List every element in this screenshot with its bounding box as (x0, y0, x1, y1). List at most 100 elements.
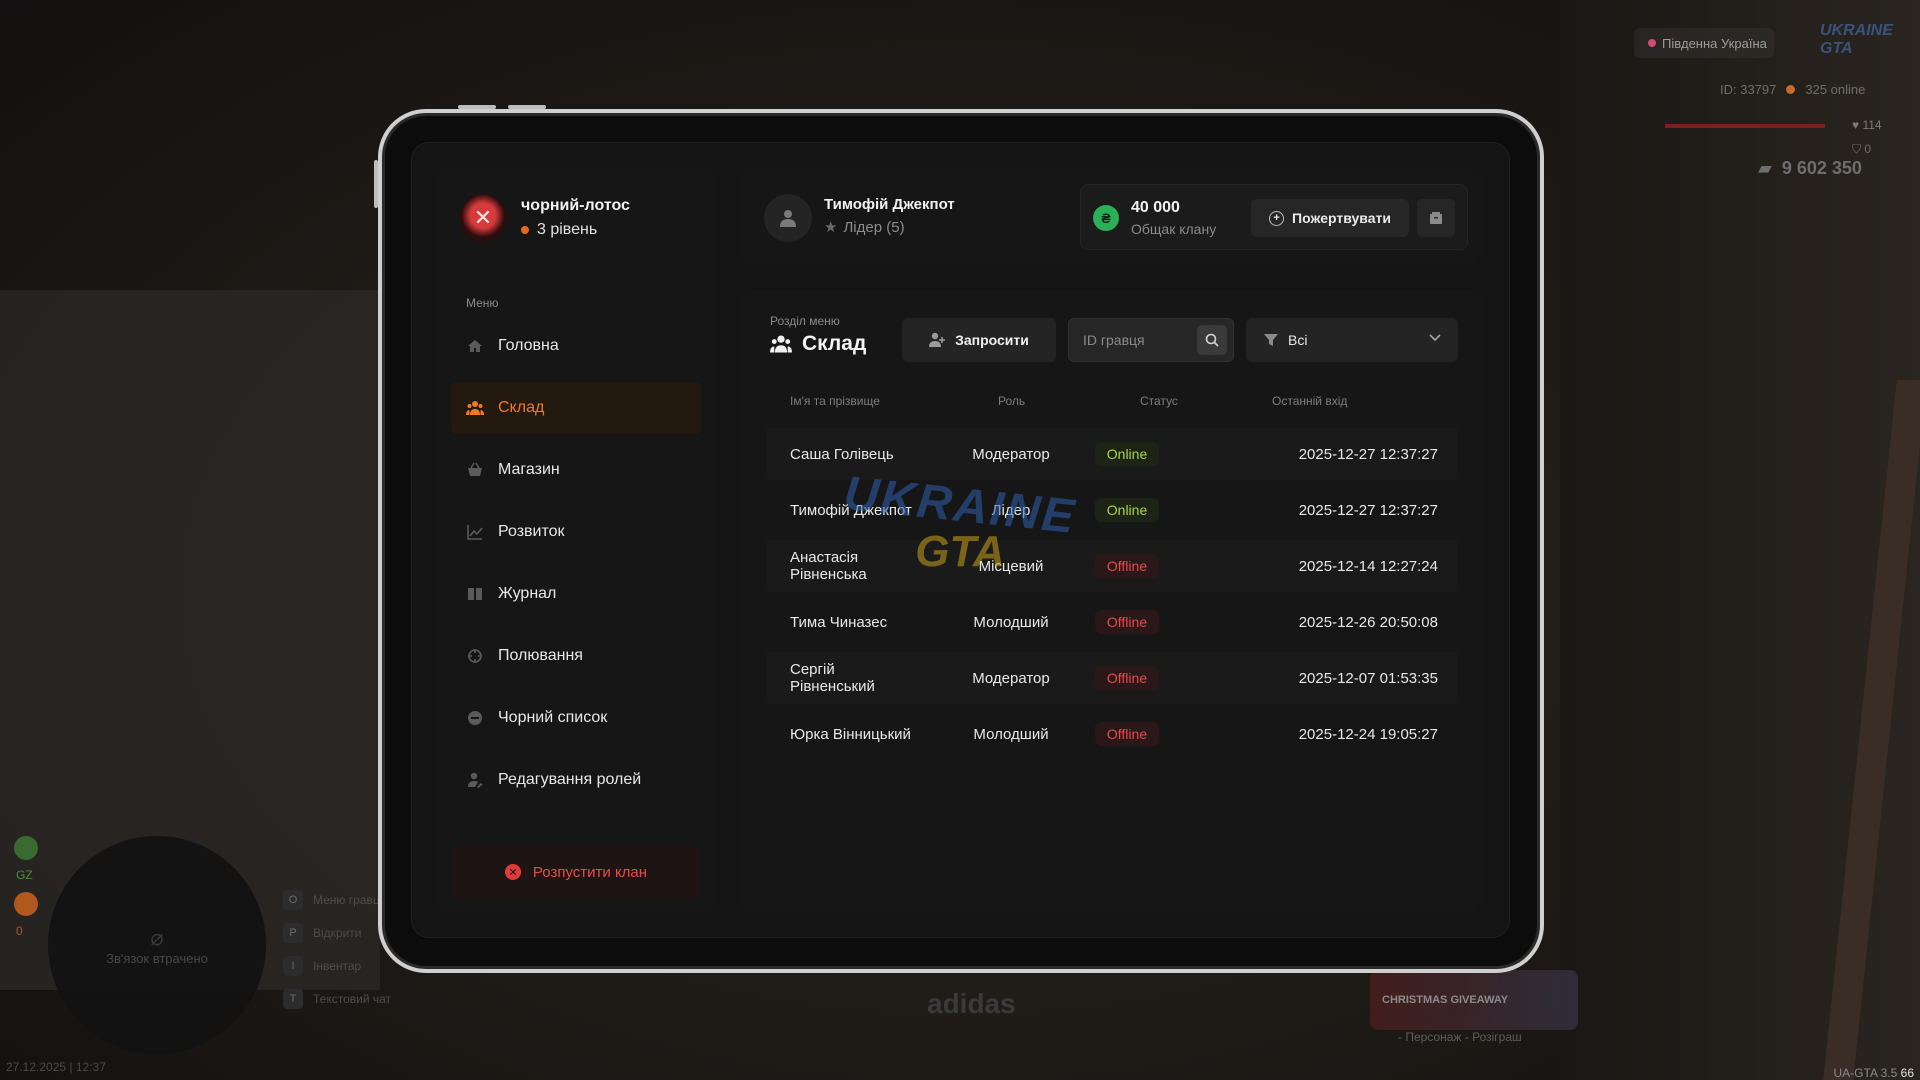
health-value: ♥ 114 (1852, 118, 1882, 132)
menu-item-edit-roles[interactable]: Редагування ролей (451, 754, 701, 806)
table-row[interactable]: Юрка Вінницький Молодший Offline 2025-12… (766, 708, 1458, 760)
hotkey-item: P Відкрити (283, 916, 391, 949)
people-icon (466, 399, 484, 417)
header-name[interactable]: Ім'я та прізвище (790, 394, 880, 408)
menu-item-development[interactable]: Розвиток (451, 506, 701, 558)
member-status: Offline (1082, 540, 1172, 592)
menu-list: Головна Склад Магазин Розвиток Журнал По… (451, 320, 701, 816)
member-last-login: 2025-12-27 12:37:27 (1298, 501, 1438, 519)
donate-button[interactable]: + Пожертвувати (1251, 199, 1409, 237)
member-status: Online (1082, 428, 1172, 480)
member-role: Молодший (973, 725, 1049, 743)
member-role: Місцевий (978, 557, 1044, 575)
treasury-label: Общак клану (1131, 221, 1217, 237)
menu-item-hunting[interactable]: Полювання (451, 630, 701, 682)
status-badge: Offline (1094, 610, 1160, 634)
disband-clan-button[interactable]: ✕ Розпустити клан (451, 846, 701, 898)
member-name: Тимофій Джекпот (790, 501, 912, 519)
member-status: Offline (1082, 596, 1172, 648)
sidebar: чорний-лотос 3 рівень Меню Головна Склад… (437, 168, 715, 912)
menu-item-label: Журнал (498, 585, 557, 602)
member-status: Offline (1082, 652, 1172, 704)
member-name: Тима Чиназес (790, 613, 888, 631)
filter-icon (1264, 334, 1278, 346)
clan-treasury: ₴ 40 000 Общак клану + Пожертвувати (1080, 184, 1468, 250)
menu-item-label: Склад (498, 399, 545, 416)
table-row[interactable]: Тима Чиназес Молодший Offline 2025-12-26… (766, 596, 1458, 648)
section-title: Склад (770, 332, 866, 356)
donate-label: Пожертвувати (1292, 210, 1391, 226)
hryvnia-coin-icon: ₴ (1093, 205, 1119, 231)
member-last-login: 2025-12-14 12:27:24 (1298, 557, 1438, 575)
player-info: ID: 33797 325 online (1720, 82, 1865, 97)
role-filter-select[interactable]: Всі (1246, 318, 1458, 362)
game-datetime: 27.12.2025 | 12:37 (6, 1060, 106, 1074)
status-badge: Online (1094, 442, 1160, 466)
user-edit-icon (466, 771, 484, 789)
user-card: Тимофій Джекпот ★ Лідер (5) ₴ 40 000 Общ… (740, 168, 1482, 264)
clan-logo-icon (459, 194, 507, 242)
user-role: ★ Лідер (5) (824, 218, 905, 237)
minimap-status: Зв'язок втрачено (106, 950, 208, 966)
user-icon (780, 210, 796, 227)
filter-value: Всі (1288, 332, 1308, 348)
member-role: Молодший (973, 613, 1049, 631)
game-logo: UKRAINE GTA (1820, 22, 1893, 57)
menu-item-journal[interactable]: Журнал (451, 568, 701, 620)
menu-item-members[interactable]: Склад (451, 382, 701, 434)
people-icon (770, 335, 792, 353)
version-info: UA-GTA 3.5 66 (1833, 1066, 1915, 1080)
search-button[interactable] (1197, 325, 1227, 355)
menu-item-label: Головна (498, 337, 559, 354)
header-status[interactable]: Статус (1140, 394, 1178, 408)
invite-button[interactable]: Запросити (902, 318, 1056, 362)
menu-item-label: Редагування ролей (498, 771, 642, 788)
ban-icon (466, 709, 484, 727)
member-name: Юрка Вінницький (790, 725, 911, 743)
menu-item-blacklist[interactable]: Чорний список (451, 692, 701, 744)
giveaway-banner[interactable]: CHRISTMAS GIVEAWAY (1370, 970, 1578, 1030)
health-bar (1665, 124, 1825, 128)
home-icon (466, 337, 484, 355)
giveaway-caption: - Персонаж - Розіграш (1398, 1030, 1522, 1044)
member-role: Лідер (991, 501, 1031, 519)
member-name: Саша Голівець (790, 445, 894, 463)
clan-header: чорний-лотос 3 рівень (459, 194, 630, 242)
menu-item-label: Чорний список (498, 709, 608, 726)
user-name: Тимофій Джекпот (824, 196, 955, 213)
close-circle-icon: ✕ (504, 864, 521, 880)
member-name: Анастасія Рівненська (790, 549, 867, 583)
star-icon: ★ (824, 219, 838, 236)
player-id-input[interactable] (1083, 319, 1193, 361)
chevron-down-icon (1429, 334, 1441, 342)
treasury-history-button[interactable] (1417, 199, 1455, 237)
header-role[interactable]: Роль (998, 394, 1025, 408)
hotkey-item: O Меню гравця (283, 883, 391, 916)
disband-label: Розпустити клан (532, 863, 648, 881)
member-last-login: 2025-12-27 12:37:27 (1298, 445, 1438, 463)
menu-item-shop[interactable]: Магазин (451, 444, 701, 496)
member-status: Offline (1082, 708, 1172, 760)
user-avatar (764, 194, 812, 242)
menu-item-label: Розвиток (498, 523, 565, 540)
table-row[interactable]: Саша Голівець Модератор Online 2025-12-2… (766, 428, 1458, 480)
wanted-badge-text: 0 (16, 924, 23, 938)
members-table: Саша Голівець Модератор Online 2025-12-2… (766, 428, 1458, 764)
online-dot-icon (1786, 85, 1796, 94)
money-display: ▰ 9 602 350 (1758, 158, 1862, 179)
menu-item-home[interactable]: Головна (451, 320, 701, 372)
table-row[interactable]: Тимофій Джекпот Лідер Online 2025-12-27 … (766, 484, 1458, 536)
menu-item-label: Магазин (498, 461, 560, 478)
table-row[interactable]: Анастасія Рівненська Місцевий Offline 20… (766, 540, 1458, 592)
member-last-login: 2025-12-24 19:05:27 (1298, 725, 1438, 743)
minimap: ⌀ Зв'язок втрачено (48, 836, 266, 1054)
members-panel: Розділ меню Склад Запросити Всі Ім'я та … (740, 290, 1482, 912)
zone-badge-text: GZ (16, 868, 33, 882)
cash-icon: ▰ (1758, 158, 1772, 178)
clan-level: 3 рівень (521, 221, 630, 239)
status-badge: Online (1094, 498, 1160, 522)
header-last-login[interactable]: Останній вхід (1272, 394, 1347, 408)
table-row[interactable]: Сергій Рівненський Модератор Offline 202… (766, 652, 1458, 704)
hotkey-item: I Інвентар (283, 949, 391, 982)
member-status: Online (1082, 484, 1172, 536)
